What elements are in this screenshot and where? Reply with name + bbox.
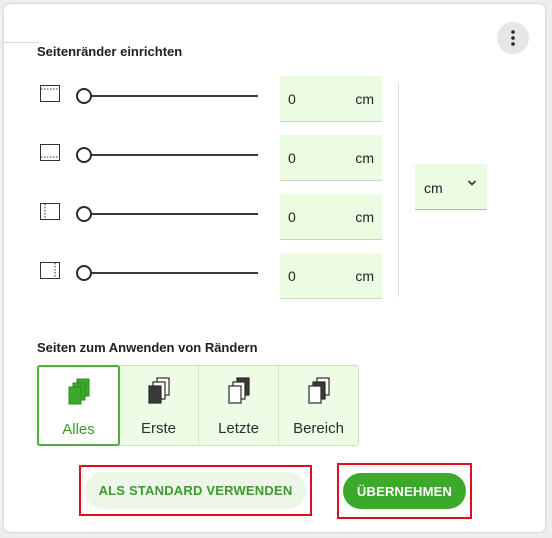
apply-button[interactable]: ÜBERNEHMEN: [343, 473, 466, 509]
margin-right-unit: cm: [355, 268, 374, 284]
slider-knob[interactable]: [76, 88, 92, 104]
margin-left-icon: [40, 203, 60, 220]
set-default-button[interactable]: ALS STANDARD VERWENDEN: [85, 472, 306, 509]
slider-track: [82, 272, 258, 274]
apply-highlight: ÜBERNEHMEN: [337, 463, 472, 519]
page-option-first[interactable]: Erste: [119, 366, 199, 445]
margin-bottom-slider[interactable]: [76, 147, 258, 163]
last-page-icon: [227, 377, 250, 404]
margins-section-title: Seitenränder einrichten: [37, 44, 183, 59]
page-option-range[interactable]: Bereich: [279, 366, 358, 445]
slider-track: [82, 213, 258, 215]
page-range-icon: [307, 377, 330, 404]
page-option-all[interactable]: Alles: [37, 365, 120, 446]
more-vertical-icon: [511, 30, 515, 46]
page-option-last[interactable]: Letzte: [199, 366, 279, 445]
margin-left-unit: cm: [355, 209, 374, 225]
margin-bottom-value: 0: [288, 150, 296, 166]
unit-select-value: cm: [424, 180, 443, 196]
margin-right-icon: [40, 262, 60, 279]
margin-right-input[interactable]: 0 cm: [280, 253, 382, 299]
margin-bottom-icon: [40, 144, 60, 161]
margin-left-input[interactable]: 0 cm: [280, 194, 382, 240]
page-option-first-label: Erste: [140, 420, 176, 437]
page-option-range-label: Bereich: [293, 420, 344, 437]
unit-select[interactable]: cm: [415, 164, 487, 210]
margin-top-input[interactable]: 0 cm: [280, 76, 382, 122]
margin-right-slider[interactable]: [76, 265, 258, 281]
page-option-all-label: Alles: [62, 421, 95, 438]
margin-top-icon: [40, 85, 60, 102]
page-option-last-label: Letzte: [218, 420, 259, 437]
apply-pages-title: Seiten zum Anwenden von Rändern: [37, 340, 258, 355]
margin-left-slider[interactable]: [76, 206, 258, 222]
margin-right-value: 0: [288, 268, 296, 284]
all-pages-icon: [68, 378, 89, 405]
slider-knob[interactable]: [76, 206, 92, 222]
margins-dialog: Seitenränder einrichten 0 cm 0 cm 0 cm 0…: [4, 4, 545, 532]
slider-track: [82, 154, 258, 156]
first-page-icon: [147, 377, 170, 404]
margin-top-slider[interactable]: [76, 88, 258, 104]
header-divider: [4, 42, 39, 43]
margin-left-value: 0: [288, 209, 296, 225]
margin-top-unit: cm: [355, 91, 374, 107]
slider-knob[interactable]: [76, 265, 92, 281]
slider-track: [82, 95, 258, 97]
chevron-down-icon: [467, 180, 477, 186]
slider-knob[interactable]: [76, 147, 92, 163]
more-options-button[interactable]: [497, 22, 529, 54]
set-default-highlight: ALS STANDARD VERWENDEN: [79, 465, 312, 516]
margin-bottom-input[interactable]: 0 cm: [280, 135, 382, 181]
margin-bottom-unit: cm: [355, 150, 374, 166]
margin-top-value: 0: [288, 91, 296, 107]
apply-pages-segmented-control: Alles Erste Letzte Bereich: [37, 365, 359, 446]
vertical-divider: [398, 82, 399, 297]
